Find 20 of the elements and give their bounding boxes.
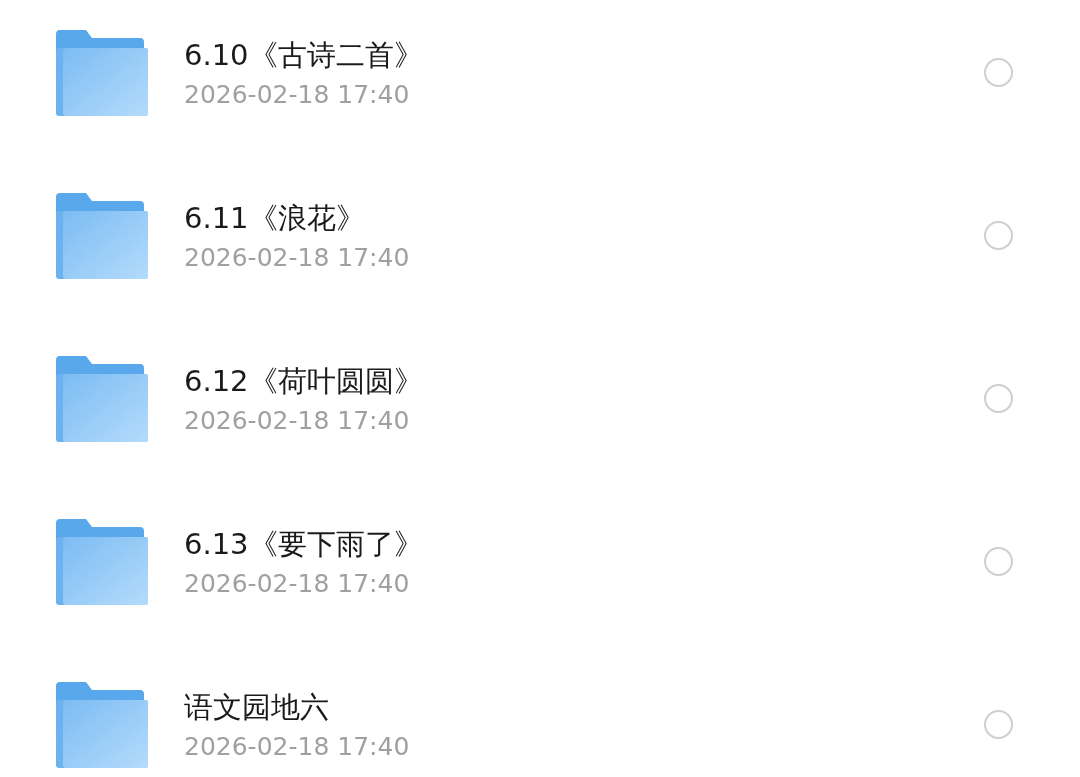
folder-name[interactable]: 6.10《古诗二首》 [184, 36, 423, 76]
modified-date: 2026-02-18 17:40 [184, 406, 410, 435]
folder-icon [56, 681, 148, 768]
modified-date: 2026-02-18 17:40 [184, 243, 410, 272]
folder-name[interactable]: 语文园地六 [184, 688, 329, 728]
modified-date: 2026-02-18 17:40 [184, 732, 410, 761]
modified-date: 2026-02-18 17:40 [184, 80, 410, 109]
folder-name[interactable]: 6.12《荷叶圆圆》 [184, 362, 423, 402]
select-radio[interactable] [984, 547, 1013, 576]
select-radio[interactable] [984, 58, 1013, 87]
folder-icon [56, 355, 148, 442]
select-radio[interactable] [984, 221, 1013, 250]
modified-date: 2026-02-18 17:40 [184, 569, 410, 598]
folder-icon [56, 29, 148, 116]
select-radio[interactable] [984, 710, 1013, 739]
folder-name[interactable]: 6.13《要下雨了》 [184, 525, 423, 565]
select-radio[interactable] [984, 384, 1013, 413]
folder-icon [56, 518, 148, 605]
folder-name[interactable]: 6.11《浪花》 [184, 199, 365, 239]
folder-icon [56, 192, 148, 279]
